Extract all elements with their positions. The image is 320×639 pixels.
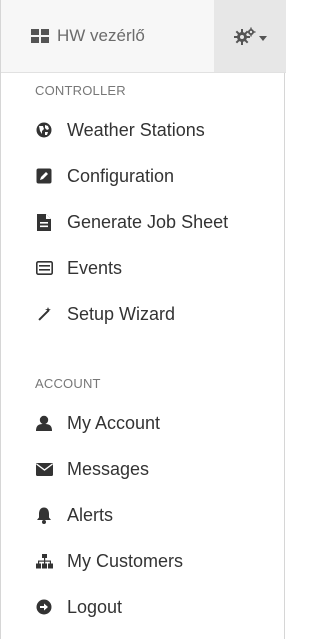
settings-dropdown-toggle[interactable] xyxy=(214,0,286,72)
list-icon xyxy=(35,259,53,277)
magic-wand-icon xyxy=(35,305,53,323)
menu-item-setup-wizard[interactable]: Setup Wizard xyxy=(1,292,286,336)
bell-icon xyxy=(35,506,53,524)
edit-icon xyxy=(35,167,53,185)
section-header-account: ACCOUNT xyxy=(35,376,101,391)
envelope-icon xyxy=(35,460,53,478)
globe-icon xyxy=(35,121,53,139)
menu-item-alerts[interactable]: Alerts xyxy=(1,493,286,537)
menu-item-my-account[interactable]: My Account xyxy=(1,401,286,445)
brand-label: HW vezérlő xyxy=(57,26,145,45)
menu-item-events[interactable]: Events xyxy=(1,246,286,290)
navigation-panel: HW vezérlő CONTROLLER Weather Stations C… xyxy=(0,0,286,639)
menu-item-configuration[interactable]: Configuration xyxy=(1,154,286,198)
menu-item-weather-stations[interactable]: Weather Stations xyxy=(1,108,286,152)
chevron-down-icon xyxy=(258,35,267,41)
menu-item-my-customers[interactable]: My Customers xyxy=(1,539,286,583)
menu-item-label: Weather Stations xyxy=(67,119,205,140)
brand-link[interactable]: HW vezérlő xyxy=(31,0,145,72)
menu-item-label: Configuration xyxy=(67,165,175,186)
menu-item-generate-job-sheet[interactable]: Generate Job Sheet xyxy=(1,200,286,244)
navbar: HW vezérlő xyxy=(1,0,286,73)
section-header-controller: CONTROLLER xyxy=(35,83,126,98)
user-icon xyxy=(35,414,53,432)
menu-item-label: My Customers xyxy=(67,550,184,571)
menu-item-messages[interactable]: Messages xyxy=(1,447,286,491)
menu-item-label: My Account xyxy=(67,412,161,433)
menu-item-label: Events xyxy=(67,257,123,278)
menu-item-label: Logout xyxy=(67,596,123,617)
menu-item-label: Setup Wizard xyxy=(67,303,176,324)
menu-item-label: Generate Job Sheet xyxy=(67,211,229,232)
menu-item-logout[interactable]: Logout xyxy=(1,585,286,629)
menu-item-label: Alerts xyxy=(67,504,114,525)
grid-icon xyxy=(31,29,49,43)
logout-icon xyxy=(35,598,53,616)
file-icon xyxy=(35,213,53,231)
menu-item-label: Messages xyxy=(67,458,150,479)
cogs-icon xyxy=(233,27,255,45)
sitemap-icon xyxy=(35,552,53,570)
